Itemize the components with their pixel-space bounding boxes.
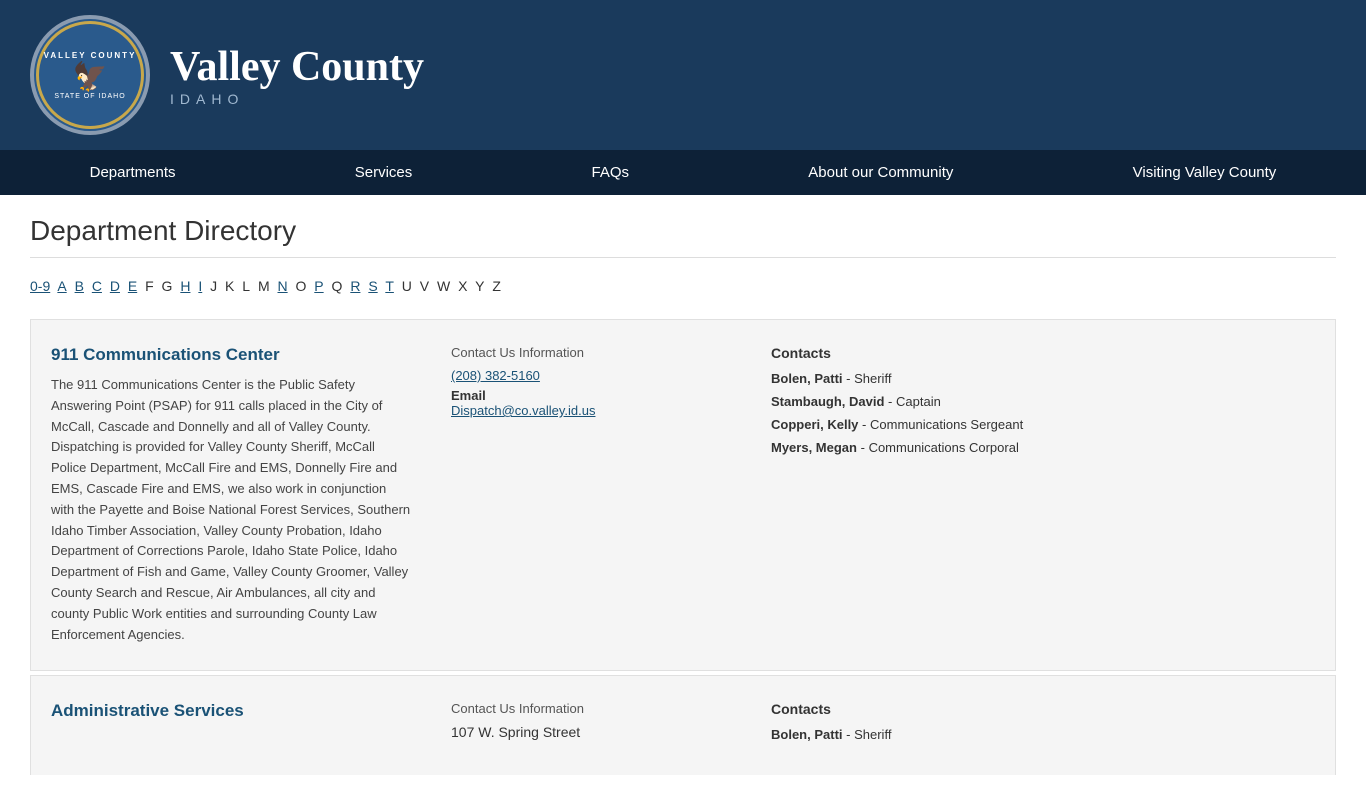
contact-role-copperi: - Communications Sergeant: [862, 417, 1023, 432]
alpha-nav: 0-9 A B C D E F G H I J K L M N O P Q R …: [30, 278, 1336, 294]
contacts-header-admin: Contacts: [771, 701, 1315, 717]
contact-copperi: Copperi, Kelly - Communications Sergeant: [771, 417, 1315, 432]
page-title: Department Directory: [30, 215, 1336, 258]
contact-name-bolen: Bolen, Patti: [771, 371, 843, 386]
county-logo: VALLEY COUNTY 🦅 STATE OF IDAHO: [30, 15, 150, 135]
alpha-link-s[interactable]: S: [368, 278, 377, 294]
dept-contact-911: Contact Us Information (208) 382-5160 Em…: [431, 345, 771, 645]
alpha-plain-x: X: [458, 278, 467, 294]
alpha-link-t[interactable]: T: [385, 278, 394, 294]
contact-myers: Myers, Megan - Communications Corporal: [771, 440, 1315, 455]
alpha-plain-q: Q: [332, 278, 343, 294]
alpha-plain-v: V: [420, 278, 429, 294]
state-name: IDAHO: [170, 91, 424, 107]
logo-bottom-text: STATE OF IDAHO: [54, 93, 125, 100]
address-admin: 107 W. Spring Street: [451, 724, 751, 740]
contact-bolen-admin: Bolen, Patti - Sheriff: [771, 727, 1315, 742]
dept-info-911: 911 Communications Center The 911 Commun…: [51, 345, 431, 645]
nav-departments[interactable]: Departments: [70, 150, 196, 195]
county-name: Valley County: [170, 43, 424, 91]
contacts-section-911: Contacts Bolen, Patti - Sheriff Stambaug…: [771, 345, 1315, 645]
alpha-plain-j: J: [210, 278, 217, 294]
logo-eagle-icon: 🦅: [73, 60, 108, 93]
dept-info-admin: Administrative Services: [51, 701, 431, 750]
site-header: VALLEY COUNTY 🦅 STATE OF IDAHO Valley Co…: [0, 0, 1366, 150]
alpha-link-09[interactable]: 0-9: [30, 278, 50, 294]
contact-name-myers: Myers, Megan: [771, 440, 857, 455]
contact-label-911: Contact Us Information: [451, 345, 751, 360]
alpha-link-r[interactable]: R: [350, 278, 360, 294]
alpha-plain-g: G: [162, 278, 173, 294]
phone-link-911[interactable]: (208) 382-5160: [451, 368, 751, 383]
email-link-911[interactable]: Dispatch@co.valley.id.us: [451, 403, 751, 418]
alpha-link-i[interactable]: I: [198, 278, 202, 294]
alpha-plain-o: O: [296, 278, 307, 294]
alpha-plain-w: W: [437, 278, 450, 294]
alpha-link-a[interactable]: A: [57, 278, 66, 294]
header-title-block: Valley County IDAHO: [170, 43, 424, 107]
alpha-link-h[interactable]: H: [180, 278, 190, 294]
main-nav: Departments Services FAQs About our Comm…: [0, 150, 1366, 195]
alpha-plain-y: Y: [475, 278, 484, 294]
nav-services[interactable]: Services: [335, 150, 433, 195]
alpha-plain-z: Z: [492, 278, 501, 294]
contact-role-stambaugh: - Captain: [888, 394, 941, 409]
contact-bolen: Bolen, Patti - Sheriff: [771, 371, 1315, 386]
contacts-section-admin: Contacts Bolen, Patti - Sheriff: [771, 701, 1315, 750]
logo-top-text: VALLEY COUNTY: [44, 51, 137, 60]
contact-label-admin: Contact Us Information: [451, 701, 751, 716]
contact-role-bolen-admin: - Sheriff: [846, 727, 891, 742]
alpha-plain-f: F: [145, 278, 154, 294]
contacts-header-911: Contacts: [771, 345, 1315, 361]
alpha-plain-u: U: [402, 278, 412, 294]
dept-name-admin: Administrative Services: [51, 701, 411, 721]
alpha-link-n[interactable]: N: [278, 278, 288, 294]
dept-contact-admin: Contact Us Information 107 W. Spring Str…: [431, 701, 771, 750]
alpha-link-c[interactable]: C: [92, 278, 102, 294]
email-label-911: Email: [451, 388, 486, 403]
dept-desc-911: The 911 Communications Center is the Pub…: [51, 375, 411, 645]
contact-role-myers: - Communications Corporal: [861, 440, 1019, 455]
alpha-link-e[interactable]: E: [128, 278, 137, 294]
contact-role-bolen: - Sheriff: [846, 371, 891, 386]
contact-stambaugh: Stambaugh, David - Captain: [771, 394, 1315, 409]
nav-visiting[interactable]: Visiting Valley County: [1113, 150, 1297, 195]
alpha-link-p[interactable]: P: [314, 278, 323, 294]
contact-name-stambaugh: Stambaugh, David: [771, 394, 884, 409]
alpha-plain-m: M: [258, 278, 270, 294]
alpha-link-b[interactable]: B: [75, 278, 84, 294]
page-content: Department Directory 0-9 A B C D E F G H…: [0, 195, 1366, 799]
contact-name-copperi: Copperi, Kelly: [771, 417, 858, 432]
contact-name-bolen-admin: Bolen, Patti: [771, 727, 843, 742]
alpha-link-d[interactable]: D: [110, 278, 120, 294]
nav-about[interactable]: About our Community: [788, 150, 973, 195]
alpha-plain-l: L: [242, 278, 250, 294]
nav-faqs[interactable]: FAQs: [572, 150, 650, 195]
alpha-plain-k: K: [225, 278, 234, 294]
dept-card-911: 911 Communications Center The 911 Commun…: [30, 319, 1336, 671]
dept-card-admin: Administrative Services Contact Us Infor…: [30, 675, 1336, 775]
dept-name-911: 911 Communications Center: [51, 345, 411, 365]
